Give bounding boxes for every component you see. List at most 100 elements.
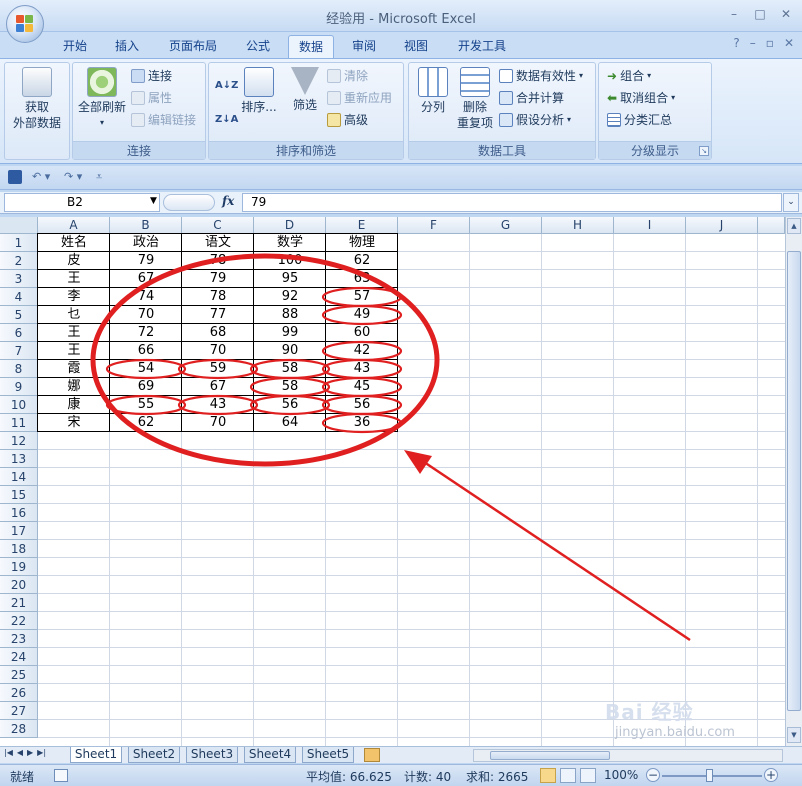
- column-header-h[interactable]: H: [542, 217, 614, 234]
- table-cell[interactable]: 100: [254, 252, 326, 270]
- column-header-j[interactable]: J: [686, 217, 758, 234]
- table-cell[interactable]: 78: [182, 252, 254, 270]
- table-cell[interactable]: 58: [254, 360, 326, 378]
- what-if-button[interactable]: 假设分析 ▾: [499, 111, 571, 129]
- advanced-filter-button[interactable]: 高级: [327, 111, 368, 129]
- table-cell[interactable]: 95: [254, 270, 326, 288]
- row-header-6[interactable]: 6: [0, 324, 38, 342]
- column-header-f[interactable]: F: [398, 217, 470, 234]
- row-header-15[interactable]: 15: [0, 486, 38, 504]
- clear-filter-button[interactable]: 清除: [327, 67, 368, 85]
- table-cell[interactable]: 娜: [38, 378, 110, 396]
- data-validation-button[interactable]: 数据有效性 ▾: [499, 67, 583, 85]
- column-header-a[interactable]: A: [38, 217, 110, 234]
- table-cell[interactable]: 77: [182, 306, 254, 324]
- page-layout-view-icon[interactable]: [560, 768, 576, 783]
- table-cell[interactable]: 70: [182, 414, 254, 432]
- table-cell[interactable]: 62: [326, 252, 398, 270]
- table-cell[interactable]: 74: [110, 288, 182, 306]
- help-icon[interactable]: ?: [733, 36, 739, 50]
- table-cell[interactable]: 78: [182, 288, 254, 306]
- ribbon-minimize-icon[interactable]: –: [750, 36, 756, 50]
- table-cell[interactable]: 45: [326, 378, 398, 396]
- table-cell[interactable]: 90: [254, 342, 326, 360]
- table-cell[interactable]: 79: [182, 270, 254, 288]
- row-header-8[interactable]: 8: [0, 360, 38, 378]
- next-sheet-icon[interactable]: ▶: [27, 748, 33, 757]
- table-cell[interactable]: 李: [38, 288, 110, 306]
- refresh-all-button[interactable]: 全部刷新 ▾: [75, 67, 129, 131]
- table-cell[interactable]: 王: [38, 342, 110, 360]
- table-cell[interactable]: 67: [182, 378, 254, 396]
- row-header-21[interactable]: 21: [0, 594, 38, 612]
- zoom-out-icon[interactable]: −: [646, 768, 660, 782]
- connections-button[interactable]: 连接: [131, 67, 172, 85]
- table-cell[interactable]: 王: [38, 324, 110, 342]
- customize-qat-icon[interactable]: ⩡: [96, 170, 102, 184]
- table-cell[interactable]: 36: [326, 414, 398, 432]
- select-all-corner[interactable]: [0, 217, 38, 234]
- row-header-9[interactable]: 9: [0, 378, 38, 396]
- active-cell-b2[interactable]: [109, 251, 182, 270]
- group-button[interactable]: ➜ 组合 ▾: [607, 67, 651, 85]
- row-header-11[interactable]: 11: [0, 414, 38, 432]
- table-cell[interactable]: 乜: [38, 306, 110, 324]
- filter-button[interactable]: 筛选: [287, 67, 323, 113]
- column-header-e[interactable]: E: [326, 217, 398, 234]
- table-header-cell[interactable]: 姓名: [38, 234, 110, 252]
- row-header-24[interactable]: 24: [0, 648, 38, 666]
- horizontal-scroll-thumb[interactable]: [490, 751, 610, 760]
- macro-record-icon[interactable]: [54, 769, 68, 782]
- row-header-23[interactable]: 23: [0, 630, 38, 648]
- row-header-12[interactable]: 12: [0, 432, 38, 450]
- remove-duplicates-button[interactable]: 删除 重复项: [455, 67, 495, 131]
- table-cell[interactable]: 43: [182, 396, 254, 414]
- reapply-button[interactable]: 重新应用: [327, 89, 392, 107]
- subtotal-button[interactable]: 分类汇总: [607, 111, 672, 129]
- table-cell[interactable]: 49: [326, 306, 398, 324]
- row-header-16[interactable]: 16: [0, 504, 38, 522]
- row-header-18[interactable]: 18: [0, 540, 38, 558]
- tab-home[interactable]: 开始: [54, 35, 96, 58]
- ribbon-close-icon[interactable]: ✕: [784, 36, 794, 50]
- page-break-view-icon[interactable]: [580, 768, 596, 783]
- sheet-tab-5[interactable]: Sheet5: [302, 747, 354, 763]
- sheet-tab-2[interactable]: Sheet2: [128, 747, 180, 763]
- row-header-22[interactable]: 22: [0, 612, 38, 630]
- edit-links-button[interactable]: 编辑链接: [131, 111, 196, 129]
- table-cell[interactable]: 60: [326, 324, 398, 342]
- row-header-26[interactable]: 26: [0, 684, 38, 702]
- table-cell[interactable]: 66: [110, 342, 182, 360]
- vertical-scroll-thumb[interactable]: [787, 251, 801, 711]
- table-cell[interactable]: 56: [254, 396, 326, 414]
- tab-formulas[interactable]: 公式: [236, 35, 280, 58]
- save-icon[interactable]: [8, 170, 22, 184]
- table-cell[interactable]: 68: [182, 324, 254, 342]
- prev-sheet-icon[interactable]: ◀: [17, 748, 23, 757]
- first-sheet-icon[interactable]: |◀: [4, 748, 13, 757]
- table-cell[interactable]: 70: [182, 342, 254, 360]
- table-cell[interactable]: 王: [38, 270, 110, 288]
- table-header-cell[interactable]: 数学: [254, 234, 326, 252]
- column-header-d[interactable]: D: [254, 217, 326, 234]
- table-cell[interactable]: 57: [326, 288, 398, 306]
- undo-icon[interactable]: ↶ ▾: [32, 170, 50, 183]
- sort-button[interactable]: 排序...: [239, 67, 279, 115]
- table-cell[interactable]: 54: [110, 360, 182, 378]
- close-button[interactable]: ✕: [776, 6, 796, 22]
- zoom-slider-thumb[interactable]: [706, 769, 713, 782]
- consolidate-button[interactable]: 合并计算: [499, 89, 564, 107]
- outline-launcher-icon[interactable]: ↘: [699, 146, 709, 156]
- column-header-b[interactable]: B: [110, 217, 182, 234]
- tab-insert[interactable]: 插入: [106, 35, 148, 58]
- last-sheet-icon[interactable]: ▶|: [37, 748, 46, 757]
- row-header-27[interactable]: 27: [0, 702, 38, 720]
- table-cell[interactable]: 92: [254, 288, 326, 306]
- text-to-columns-button[interactable]: 分列: [413, 67, 453, 115]
- table-cell[interactable]: 88: [254, 306, 326, 324]
- table-cell[interactable]: 70: [110, 306, 182, 324]
- row-header-20[interactable]: 20: [0, 576, 38, 594]
- tab-page-layout[interactable]: 页面布局: [160, 35, 226, 58]
- table-cell[interactable]: 55: [110, 396, 182, 414]
- row-header-13[interactable]: 13: [0, 450, 38, 468]
